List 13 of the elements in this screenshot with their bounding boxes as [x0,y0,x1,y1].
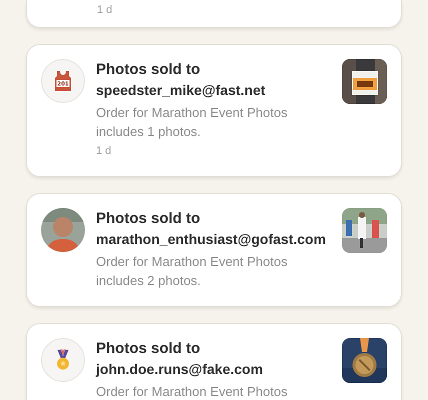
order-description: Order for Marathon Event Photos includes 2 photos. [96,253,288,290]
order-description: Order for Marathon Event Photos [96,383,288,400]
buyer-email: speedster_mike@fast.net [96,81,266,100]
timestamp: 1 d [97,3,114,18]
notification-title: Photos sold to [96,339,202,359]
buyer-email: john.doe.runs@fake.com [96,360,264,379]
notification-card[interactable]: Photos sold to john.doe.runs@fake.com Order for Marathon Event Photos [26,323,402,400]
notification-card[interactable]: Photos sold to marathon_enthusiast@gofast.com Order for Marathon Event Photos includes 2 photos. [26,193,402,307]
notification-title: Photos sold to [96,60,202,80]
order-description: Order for Marathon Event Photos includes 1 photos. [96,104,288,141]
timestamp: 1 d [96,144,112,159]
buyer-email: marathon_enthusiast@gofast.com [96,230,327,249]
notification-title: Photos sold to [96,209,202,229]
